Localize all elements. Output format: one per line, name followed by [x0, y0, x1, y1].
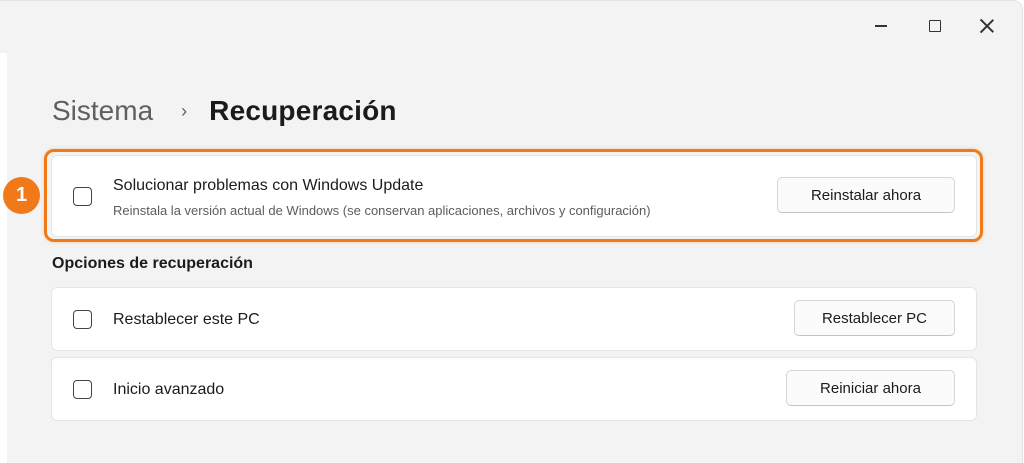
checkbox-icon [73, 380, 92, 399]
highlight-frame [44, 149, 983, 242]
breadcrumb-parent[interactable]: Sistema [52, 95, 153, 127]
close-icon [980, 19, 994, 33]
maximize-button[interactable] [912, 9, 958, 43]
advanced-startup-card: Inicio avanzado Reiniciar ahora [51, 357, 977, 421]
reset-pc-button[interactable]: Restablecer PC [794, 300, 955, 336]
reset-pc-card: Restablecer este PC Restablecer PC [51, 287, 977, 351]
step-badge: 1 [3, 177, 40, 214]
chevron-right-icon: › [181, 100, 188, 121]
minimize-button[interactable] [858, 9, 904, 43]
card-title: Inicio avanzado [113, 381, 225, 398]
close-button[interactable] [964, 9, 1010, 43]
section-title: Opciones de recuperación [52, 255, 253, 272]
breadcrumb: Sistema › Recuperación [52, 89, 397, 133]
card-title: Restablecer este PC [113, 311, 260, 328]
settings-window: Sistema › Recuperación Solucionar proble… [0, 0, 1023, 463]
restart-now-button[interactable]: Reiniciar ahora [786, 370, 955, 406]
minimize-icon [875, 25, 887, 27]
maximize-icon [929, 20, 941, 32]
nav-pane-edge [0, 53, 7, 463]
checkbox-icon [73, 310, 92, 329]
page-title: Recuperación [209, 95, 397, 126]
